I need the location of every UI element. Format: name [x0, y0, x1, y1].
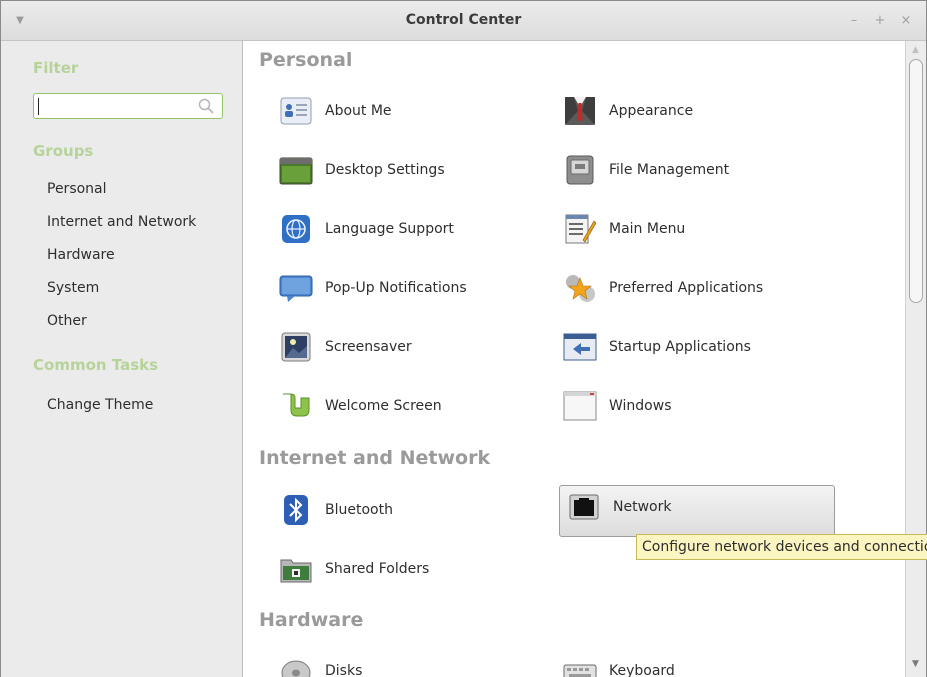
applet-shared-folders[interactable]: Shared Folders: [271, 547, 547, 591]
applet-label: Pop-Up Notifications: [325, 280, 467, 296]
applet-label: Preferred Applications: [609, 280, 764, 296]
night-scene-icon: [281, 332, 311, 362]
applet-screensaver[interactable]: Screensaver: [271, 325, 547, 369]
menu-editor-icon: [565, 214, 597, 244]
window-icon: [563, 391, 597, 421]
minimize-button[interactable]: –: [847, 14, 861, 28]
disk-icon: [281, 660, 311, 677]
applet-windows[interactable]: Windows: [555, 384, 831, 428]
applet-label: Appearance: [609, 103, 694, 119]
applet-label: Bluetooth: [325, 502, 393, 518]
ethernet-port-icon: [569, 494, 599, 520]
control-center-window: ▼ Control Center – + × Filter Groups Per…: [0, 0, 927, 677]
titlebar[interactable]: ▼ Control Center – + ×: [1, 1, 926, 41]
applet-label: Screensaver: [325, 339, 412, 355]
applet-label: Disks: [325, 663, 363, 677]
task-change-theme[interactable]: Change Theme: [47, 397, 153, 413]
applet-label: Startup Applications: [609, 339, 751, 355]
window-title: Control Center: [405, 12, 522, 28]
applet-desktop-settings[interactable]: Desktop Settings: [271, 148, 547, 192]
sidebar-item-other[interactable]: Other: [47, 313, 87, 329]
applets-panel: Personal About Me Appearance Desktop Set…: [242, 41, 905, 677]
applet-label: Welcome Screen: [325, 398, 442, 414]
section-title-personal: Personal: [259, 49, 353, 71]
applet-network[interactable]: Network: [559, 485, 835, 537]
sidebar: Filter Groups Personal Internet and Netw…: [1, 41, 242, 677]
applet-label: Shared Folders: [325, 561, 430, 577]
desktop-icon: [279, 157, 313, 185]
groups-heading: Groups: [33, 142, 94, 160]
applet-label: Main Menu: [609, 221, 686, 237]
mint-logo-icon: [283, 393, 310, 417]
applet-label: Network: [613, 499, 672, 515]
sidebar-item-internet-and-network[interactable]: Internet and Network: [47, 214, 196, 230]
shared-folder-icon: [280, 559, 312, 583]
applet-label: Desktop Settings: [325, 162, 445, 178]
close-button[interactable]: ×: [899, 14, 913, 28]
suit-and-tie-icon: [565, 97, 595, 125]
applet-language-support[interactable]: Language Support: [271, 207, 547, 251]
applet-welcome-screen[interactable]: Welcome Screen: [271, 384, 547, 428]
applet-label: About Me: [325, 103, 392, 119]
applet-label: File Management: [609, 162, 730, 178]
contact-card-icon: [280, 97, 312, 125]
applet-bluetooth[interactable]: Bluetooth: [271, 488, 547, 532]
bluetooth-icon: [284, 495, 308, 525]
filter-input[interactable]: [33, 93, 223, 119]
filter-heading: Filter: [33, 59, 79, 77]
scroll-down-arrow-icon[interactable]: ▼: [912, 659, 919, 669]
section-title-hardware: Hardware: [259, 609, 364, 631]
applet-label: Keyboard: [609, 663, 675, 677]
applet-popup-notifications[interactable]: Pop-Up Notifications: [271, 266, 547, 310]
speech-bubble-icon: [279, 275, 313, 302]
sidebar-item-hardware[interactable]: Hardware: [47, 247, 115, 263]
applet-keyboard[interactable]: Keyboard: [555, 649, 831, 677]
applet-main-menu[interactable]: Main Menu: [555, 207, 831, 251]
section-title-internet-and-network: Internet and Network: [259, 447, 491, 469]
maximize-button[interactable]: +: [873, 14, 887, 28]
startup-window-icon: [563, 333, 597, 361]
scrollbar-thumb[interactable]: [909, 59, 923, 303]
applet-appearance[interactable]: Appearance: [555, 89, 831, 133]
sidebar-item-personal[interactable]: Personal: [47, 181, 107, 197]
star-gears-icon: [566, 275, 595, 302]
scroll-up-arrow-icon[interactable]: ▲: [912, 45, 919, 55]
applet-file-management[interactable]: File Management: [555, 148, 831, 192]
applet-startup-applications[interactable]: Startup Applications: [555, 325, 831, 369]
applet-preferred-applications[interactable]: Preferred Applications: [555, 266, 831, 310]
common-tasks-heading: Common Tasks: [33, 356, 159, 374]
network-tooltip: Configure network devices and connection…: [636, 534, 927, 560]
file-cabinet-icon: [566, 155, 594, 185]
applet-label: Language Support: [325, 221, 454, 237]
search-icon: [198, 98, 214, 114]
applet-label: Windows: [609, 398, 672, 414]
applet-disks[interactable]: Disks: [271, 649, 547, 677]
globe-emblem-icon: [282, 215, 310, 243]
text-caret: [38, 98, 39, 115]
keyboard-icon: [563, 664, 597, 677]
sidebar-item-system[interactable]: System: [47, 280, 99, 296]
applet-about-me[interactable]: About Me: [271, 89, 547, 133]
vertical-scrollbar[interactable]: ▲ ▼: [905, 41, 926, 677]
